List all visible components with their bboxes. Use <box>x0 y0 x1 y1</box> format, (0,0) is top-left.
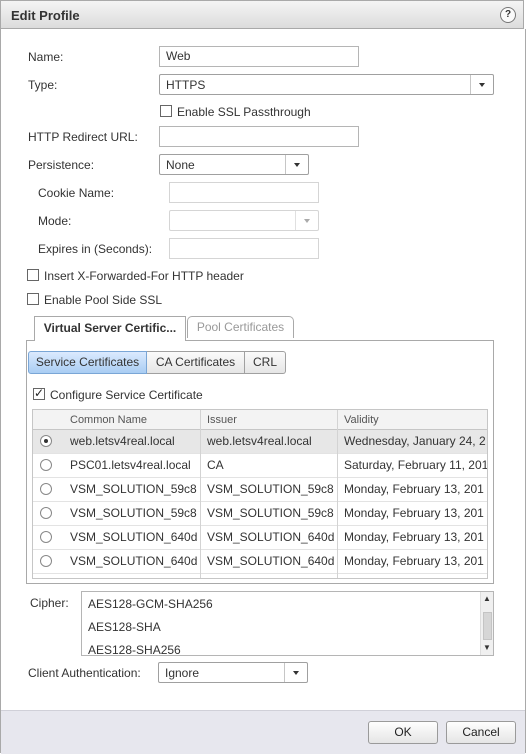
table-row[interactable]: VSM_SOLUTION_640d VSM_SOLUTION_640d Mond… <box>33 550 487 574</box>
xff-checkbox[interactable] <box>27 269 39 281</box>
table-row[interactable]: web.letsv4real.local web.letsv4real.loca… <box>33 430 487 454</box>
cell-issuer: web.letsv4real.local <box>207 434 312 448</box>
type-select-value: HTTPS <box>166 78 206 92</box>
tab-virtual-server-certificates[interactable]: Virtual Server Certific... <box>34 316 186 341</box>
cell-common-name: VSM_SOLUTION_640d <box>70 554 198 568</box>
subtab-ca-certificates[interactable]: CA Certificates <box>147 351 245 374</box>
name-input[interactable]: Web <box>159 46 359 67</box>
client-auth-label: Client Authentication: <box>28 666 141 680</box>
scrollbar-thumb[interactable] <box>483 612 492 640</box>
cell-validity: Saturday, February 11, 201 <box>344 458 488 472</box>
mode-label: Mode: <box>38 214 72 228</box>
expires-input[interactable] <box>169 238 319 259</box>
cell-common-name: PSC01.letsv4real.local <box>70 458 191 472</box>
cell-common-name: VSM_SOLUTION_640d <box>70 530 198 544</box>
cookie-name-label: Cookie Name: <box>38 186 115 200</box>
client-auth-select-value: Ignore <box>165 666 200 680</box>
cipher-scrollbar[interactable]: ▲ ▼ <box>480 592 493 655</box>
row-radio[interactable] <box>40 507 52 519</box>
ssl-passthrough-label: Enable SSL Passthrough <box>177 105 311 119</box>
scroll-down-icon[interactable]: ▼ <box>481 642 493 654</box>
dialog-title: Edit Profile <box>11 8 80 23</box>
table-row[interactable]: VSM_SOLUTION_640d VSM_SOLUTION_640d Mond… <box>33 526 487 550</box>
persistence-select[interactable]: None <box>159 154 309 175</box>
cipher-item[interactable]: AES128-GCM-SHA256 <box>88 597 213 611</box>
pool-side-ssl-checkbox[interactable] <box>27 293 39 305</box>
cipher-item[interactable]: AES128-SHA256 <box>88 643 181 655</box>
cell-validity: Wednesday, January 24, 2 <box>344 434 486 448</box>
row-radio[interactable] <box>40 555 52 567</box>
pool-side-ssl-label: Enable Pool Side SSL <box>44 293 163 307</box>
row-radio[interactable] <box>40 483 52 495</box>
grid-header: Common Name Issuer Validity <box>33 410 487 430</box>
type-select[interactable]: HTTPS <box>159 74 494 95</box>
xff-label: Insert X-Forwarded-For HTTP header <box>44 269 244 283</box>
row-radio[interactable] <box>40 435 52 447</box>
configure-service-certificate-label: Configure Service Certificate <box>50 388 203 402</box>
cipher-list[interactable]: AES128-GCM-SHA256 AES128-SHA AES128-SHA2… <box>81 591 494 656</box>
cipher-item[interactable]: AES128-SHA <box>88 620 161 634</box>
row-radio[interactable] <box>40 459 52 471</box>
help-icon[interactable]: ? <box>500 7 516 23</box>
configure-service-certificate-checkbox[interactable] <box>33 386 45 400</box>
tab-pool-certificates[interactable]: Pool Certificates <box>187 316 294 338</box>
scroll-up-icon[interactable]: ▲ <box>481 593 493 605</box>
cookie-name-input[interactable] <box>169 182 319 203</box>
chevron-down-icon[interactable] <box>284 663 307 682</box>
table-row[interactable]: PSC01.letsv4real.local CA Saturday, Febr… <box>33 454 488 478</box>
expires-label: Expires in (Seconds): <box>38 242 153 256</box>
cell-issuer: VSM_SOLUTION_640d <box>207 554 335 568</box>
cipher-label: Cipher: <box>30 596 69 610</box>
chevron-down-icon[interactable] <box>470 75 493 94</box>
ok-button[interactable]: OK <box>368 721 438 744</box>
cell-common-name: web.letsv4real.local <box>70 434 175 448</box>
persistence-select-value: None <box>166 158 195 172</box>
row-radio[interactable] <box>40 531 52 543</box>
cell-validity: Monday, February 13, 201 <box>344 482 484 496</box>
column-header-validity[interactable]: Validity <box>344 414 379 426</box>
chevron-down-icon[interactable] <box>285 155 308 174</box>
cell-common-name: VSM_SOLUTION_59c8 <box>70 506 197 520</box>
ssl-passthrough-checkbox[interactable] <box>160 105 172 117</box>
cell-validity: Monday, February 13, 201 <box>344 554 484 568</box>
redirect-url-input[interactable] <box>159 126 359 147</box>
column-header-issuer[interactable]: Issuer <box>207 414 237 426</box>
redirect-url-label: HTTP Redirect URL: <box>28 130 138 144</box>
column-divider[interactable] <box>200 410 201 578</box>
chevron-down-icon[interactable] <box>295 211 318 230</box>
table-row[interactable]: VSM_SOLUTION_59c8 VSM_SOLUTION_59c8 Mond… <box>33 478 487 502</box>
cell-common-name: VSM_SOLUTION_59c8 <box>70 482 197 496</box>
name-label: Name: <box>28 50 64 64</box>
cell-issuer: VSM_SOLUTION_640d <box>207 530 335 544</box>
column-divider[interactable] <box>337 410 338 578</box>
certificate-grid: Common Name Issuer Validity web.letsv4re… <box>32 409 488 579</box>
dialog-titlebar: Edit Profile ? <box>0 0 524 29</box>
cell-issuer: CA <box>207 458 224 472</box>
table-row[interactable]: VSM_SOLUTION_59c8 VSM_SOLUTION_59c8 Mond… <box>33 502 487 526</box>
persistence-label: Persistence: <box>28 158 95 172</box>
subtab-service-certificates[interactable]: Service Certificates <box>28 351 147 374</box>
cell-validity: Monday, February 13, 201 <box>344 530 484 544</box>
cell-issuer: VSM_SOLUTION_59c8 <box>207 506 334 520</box>
mode-select[interactable] <box>169 210 319 231</box>
subtab-crl[interactable]: CRL <box>245 351 286 374</box>
cell-issuer: VSM_SOLUTION_59c8 <box>207 482 334 496</box>
column-header-common-name[interactable]: Common Name <box>70 414 147 426</box>
cell-validity: Monday, February 13, 201 <box>344 506 484 520</box>
cancel-button[interactable]: Cancel <box>446 721 516 744</box>
type-label: Type: <box>28 78 58 92</box>
client-auth-select[interactable]: Ignore <box>158 662 308 683</box>
